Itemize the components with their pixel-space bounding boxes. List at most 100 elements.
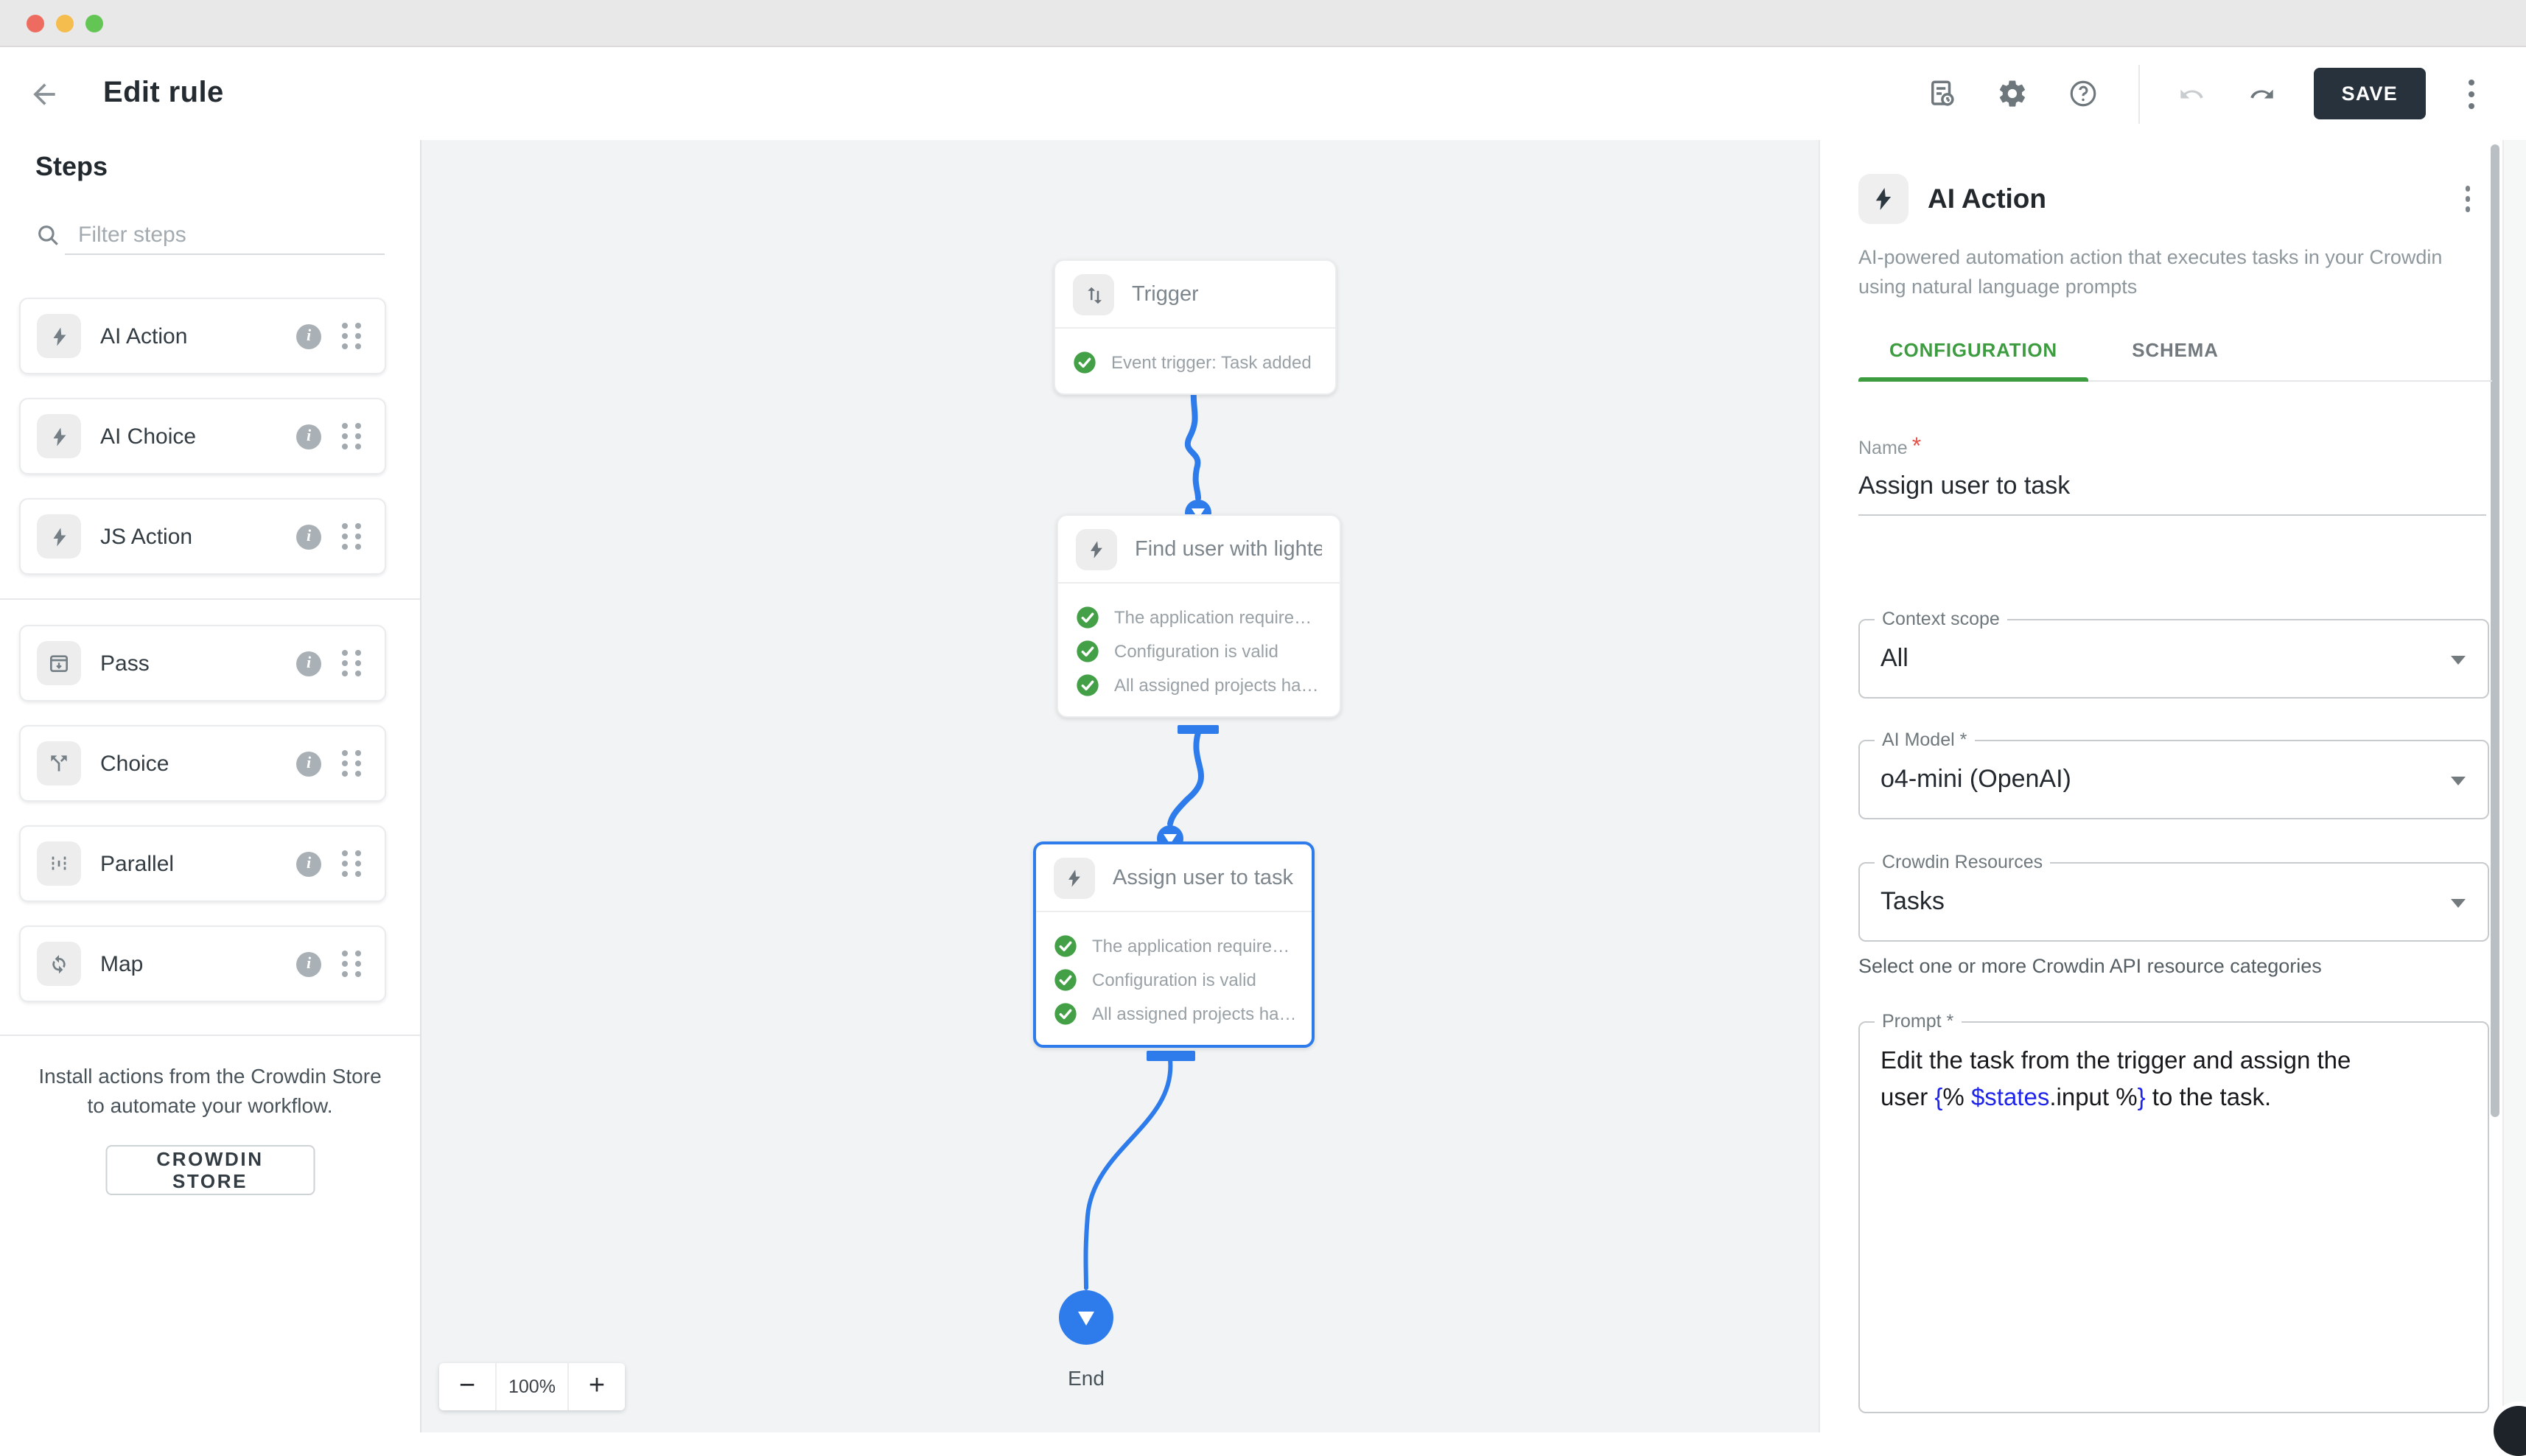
info-icon[interactable]: i [296,524,321,549]
node-check: All assigned projects ha… [1054,1002,1294,1026]
step-label: AI Action [100,323,296,349]
sidebar-title: Steps [35,152,108,183]
swap-vert-icon [1073,274,1114,315]
step-inspector-panel: AI Action AI-powered automation action t… [1819,140,2526,1432]
node-check: The application require… [1054,934,1294,958]
info-icon[interactable]: i [296,651,321,676]
node-check: All assigned projects ha… [1076,673,1322,697]
zoom-button[interactable] [85,14,103,32]
step-item-pass[interactable]: Pass i [19,625,386,701]
prompt-value[interactable]: Edit the task from the trigger and assig… [1880,1043,2467,1117]
header-actions: SAVE [1917,47,2494,140]
info-icon[interactable]: i [296,323,321,349]
bolt-icon [37,314,81,358]
search-icon [35,222,60,247]
step-item-map[interactable]: Map i [19,925,386,1002]
select-label: Crowdin Resources [1875,852,2050,872]
active-tab-indicator [1858,377,2088,382]
info-icon[interactable]: i [296,851,321,876]
step-item-choice[interactable]: Choice i [19,725,386,802]
prompt-label: Prompt * [1875,1011,1961,1032]
info-icon[interactable]: i [296,751,321,776]
node-check: Configuration is valid [1054,968,1294,992]
workflow-canvas[interactable]: Trigger Event trigger: Task added [421,140,1819,1432]
select-value: o4-mini (OpenAI) [1880,765,2071,794]
crowdin-resources-select[interactable]: Crowdin Resources Tasks [1858,862,2489,942]
chat-bubble-button[interactable] [2494,1406,2526,1456]
zoom-control: − 100% + [439,1363,625,1410]
step-label: Pass [100,651,296,676]
bolt-icon [1076,529,1117,570]
drag-handle[interactable] [342,423,363,449]
zoom-level: 100% [495,1363,567,1410]
filter-steps-input[interactable] [75,220,385,248]
select-value: Tasks [1880,887,1945,917]
store-note: Install actions from the Crowdin Store t… [32,1061,388,1120]
step-label: JS Action [100,524,296,549]
select-label: AI Model * [1875,729,1974,750]
resources-helper-text: Select one or more Crowdin API resource … [1858,955,2322,977]
drag-handle[interactable] [342,323,363,349]
node-title: Assign user to task [1113,867,1293,890]
sidebar-divider [0,598,420,600]
help-icon[interactable] [2059,69,2109,119]
sidebar-divider [0,1035,420,1036]
tab-configuration[interactable]: CONFIGURATION [1858,318,2088,380]
drag-handle[interactable] [342,650,363,676]
inspector-title: AI Action [1928,183,2465,215]
inspector-description: AI-powered automation action that execut… [1858,243,2477,302]
scrollbar-thumb[interactable] [2491,144,2499,1117]
choice-split-icon [37,741,81,785]
step-item-js-action[interactable]: JS Action i [19,498,386,575]
tab-label: CONFIGURATION [1889,338,2057,360]
undo-button[interactable] [2166,69,2217,119]
inspector-tabs: CONFIGURATION SCHEMA [1858,318,2492,382]
inspector-kebab-menu[interactable] [2465,183,2470,215]
drag-handle[interactable] [342,850,363,877]
parallel-icon [37,841,81,886]
name-underline [1858,514,2486,516]
bolt-icon [1858,174,1909,224]
step-label: Parallel [100,851,296,876]
drag-handle[interactable] [342,951,363,977]
chevron-down-icon [2451,656,2466,665]
node-find-user[interactable]: Find user with lighte… The application r… [1057,514,1341,718]
bolt-icon [37,514,81,559]
crowdin-store-button[interactable]: CROWDIN STORE [105,1145,315,1195]
info-icon[interactable]: i [296,951,321,976]
back-button[interactable] [18,67,71,120]
step-label: Choice [100,751,296,776]
gear-icon[interactable] [1988,69,2038,119]
scrollbar-track[interactable] [2502,140,2526,1432]
node-assign-user[interactable]: Assign user to task The application requ… [1033,841,1315,1048]
save-button[interactable]: SAVE [2314,68,2426,119]
map-loop-icon [37,942,81,986]
node-title: Find user with lighte… [1135,538,1322,561]
zoom-out-button[interactable]: − [439,1363,495,1410]
bolt-icon [1054,858,1095,899]
activity-log-icon[interactable] [1917,69,1967,119]
node-trigger[interactable]: Trigger Event trigger: Task added [1054,259,1337,395]
close-button[interactable] [27,14,44,32]
tab-schema[interactable]: SCHEMA [2088,318,2262,380]
bolt-icon [37,414,81,458]
node-check: Configuration is valid [1076,640,1322,663]
prompt-field[interactable]: Prompt * Edit the task from the trigger … [1858,1021,2489,1413]
zoom-in-button[interactable]: + [567,1363,625,1410]
ai-model-select[interactable]: AI Model * o4-mini (OpenAI) [1858,740,2489,819]
filter-underline [65,253,385,255]
header-kebab-menu[interactable] [2449,69,2494,119]
context-scope-select[interactable]: Context scope All [1858,619,2489,699]
redo-button[interactable] [2237,69,2287,119]
drag-handle[interactable] [342,523,363,550]
name-value[interactable]: Assign user to task [1858,472,2486,501]
minimize-button[interactable] [56,14,74,32]
chevron-down-icon [2451,777,2466,785]
step-item-parallel[interactable]: Parallel i [19,825,386,902]
info-icon[interactable]: i [296,424,321,449]
step-item-ai-action[interactable]: AI Action i [19,298,386,374]
step-item-ai-choice[interactable]: AI Choice i [19,398,386,475]
filter-steps-field[interactable] [35,214,385,255]
drag-handle[interactable] [342,750,363,777]
name-field[interactable]: Name* Assign user to task [1858,435,2486,516]
